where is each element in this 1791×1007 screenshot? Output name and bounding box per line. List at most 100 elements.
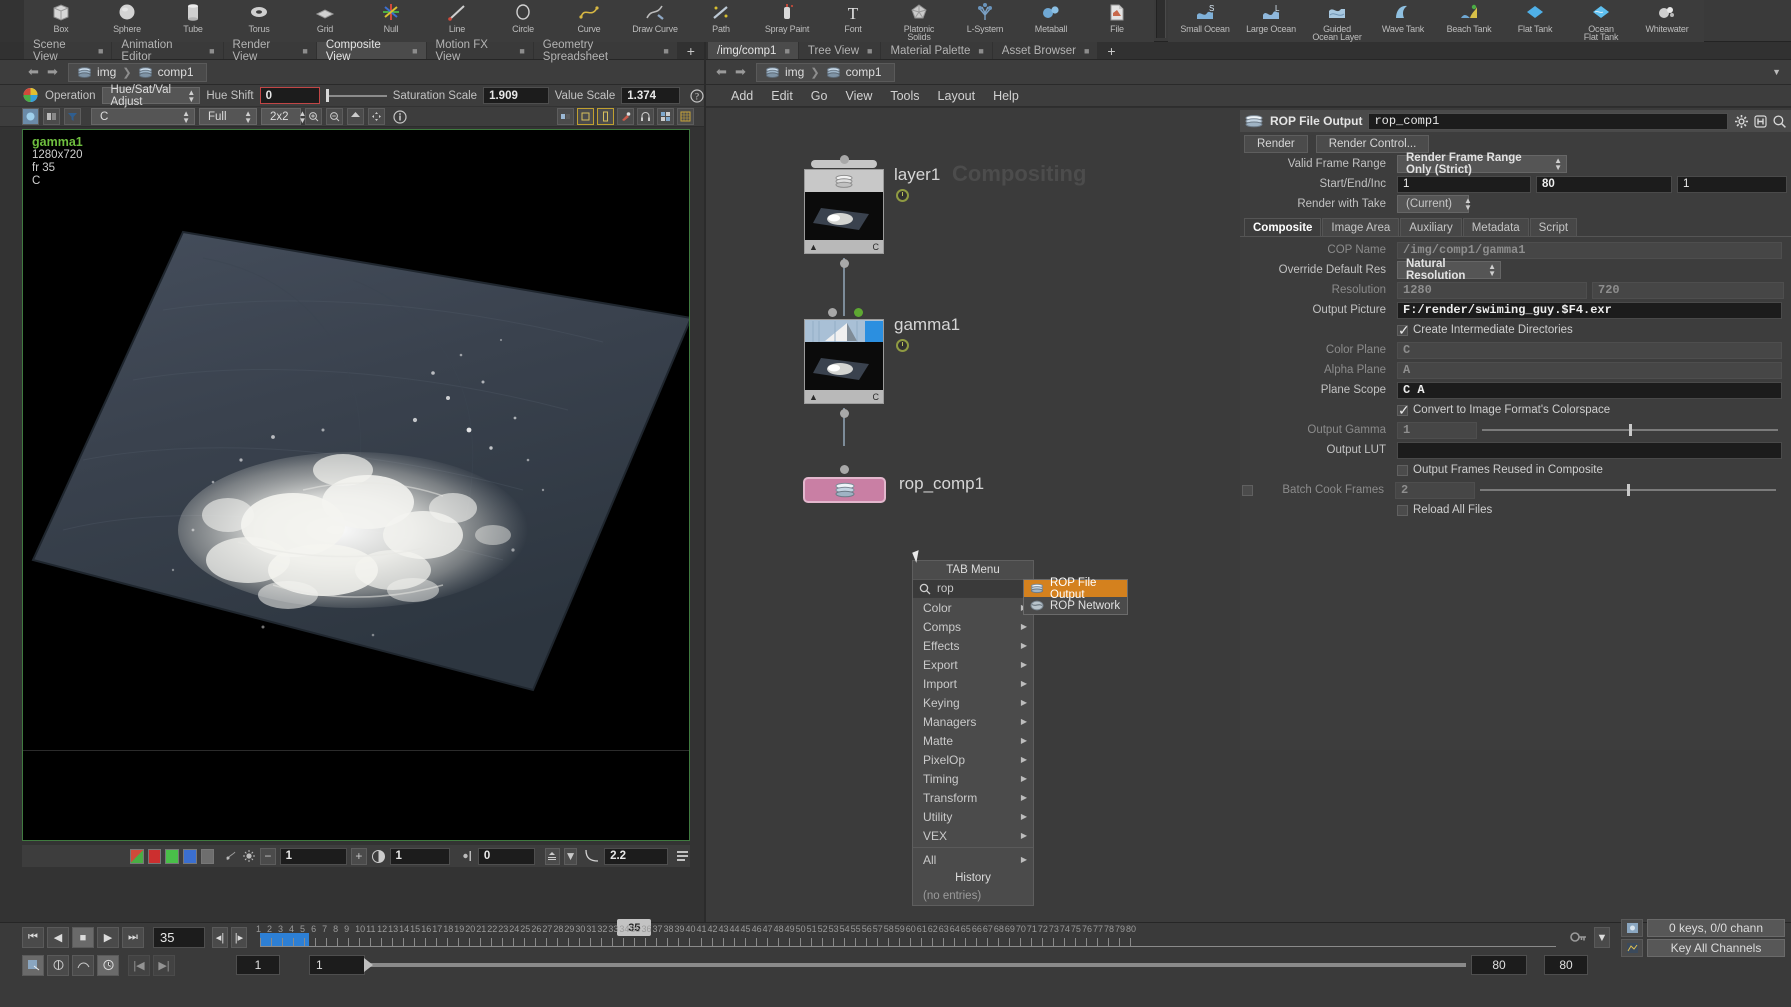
close-icon[interactable]: ■ — [412, 46, 417, 56]
end-frame-input[interactable]: 80 — [1536, 175, 1672, 193]
tab-menu-submenu[interactable]: ROP File Output ROP Network — [1023, 577, 1128, 615]
tab-menu-item-keying[interactable]: Keying ▶ — [913, 693, 1033, 712]
range-end-jump-button[interactable]: ▶| — [153, 954, 175, 976]
node-output-connector[interactable] — [840, 409, 849, 418]
valid-frame-range-dropdown[interactable]: Render Frame Range Only (Strict) ▲ ▼ — [1397, 152, 1567, 176]
houdini-h-icon[interactable] — [1753, 114, 1768, 129]
red-channel-icon[interactable] — [147, 848, 162, 864]
node-body[interactable] — [803, 477, 886, 503]
add-tab-button[interactable]: + — [1098, 42, 1124, 59]
auto-key-button[interactable] — [22, 954, 44, 976]
range-end-input[interactable]: 80 — [1471, 955, 1527, 975]
shelf-item-draw-curve[interactable]: Draw Curve — [622, 1, 688, 41]
tab-menu-item-effects[interactable]: Effects ▶ — [913, 636, 1033, 655]
gamma-curve-icon[interactable] — [585, 849, 600, 863]
shelf-item-tube[interactable]: Tube — [160, 1, 226, 41]
color-picker-icon[interactable] — [617, 108, 634, 125]
shelf-item-circle[interactable]: Circle — [490, 1, 556, 41]
close-icon[interactable]: ■ — [1084, 46, 1089, 56]
resolution-y-input[interactable]: 720 — [1592, 281, 1784, 299]
color-settings-icon[interactable] — [676, 850, 690, 863]
tab-menu-item-utility[interactable]: Utility ▶ — [913, 807, 1033, 826]
shelf-item-guided-ocean-layer[interactable]: Guided Ocean Layer — [1304, 1, 1370, 42]
key-options-dropdown[interactable]: ▼ — [1594, 927, 1610, 948]
batch-cook-toggle[interactable] — [1242, 484, 1253, 496]
jump-to-start-button[interactable]: ⏮ — [22, 927, 44, 948]
output-frames-reused-checkbox[interactable] — [1397, 464, 1408, 476]
tab-motion-fx-view[interactable]: Motion FX View ■ — [426, 39, 533, 63]
stop-button[interactable]: ■ — [72, 927, 94, 948]
zoom-out-icon[interactable] — [326, 108, 343, 125]
parameter-tab-auxiliary[interactable]: Auxiliary — [1400, 218, 1462, 236]
close-icon[interactable]: ■ — [98, 46, 103, 56]
shelf-grip[interactable] — [0, 0, 24, 42]
submenu-item-rop-network[interactable]: ROP Network — [1024, 597, 1127, 614]
parameter-tab-metadata[interactable]: Metadata — [1462, 218, 1529, 236]
jump-to-end-button[interactable]: ⏭ — [122, 927, 144, 948]
tab-scene-view[interactable]: Scene View ■ — [24, 39, 112, 63]
tab-menu-item-all[interactable]: All ▶ — [913, 850, 1033, 869]
tab-menu-item-comps[interactable]: Comps ▶ — [913, 617, 1033, 636]
key-all-icon[interactable] — [1621, 938, 1643, 957]
grid-overlay-icon[interactable] — [677, 108, 694, 125]
shelf-item-platonic-solids[interactable]: Platonic Solids — [886, 1, 952, 42]
menu-go[interactable]: Go — [802, 87, 837, 105]
node-body[interactable]: ▲ C — [804, 169, 884, 254]
breadcrumb-item-comp1[interactable]: comp1 — [134, 65, 198, 79]
gamma-input[interactable]: 2.2 — [604, 847, 668, 865]
breadcrumb-item-comp1[interactable]: comp1 — [822, 65, 886, 79]
batch-cook-slider[interactable] — [1480, 483, 1776, 497]
shelf-item-sphere[interactable]: Sphere — [94, 1, 160, 41]
global-start-input[interactable]: 1 — [236, 955, 280, 975]
tab-material-palette[interactable]: Material Palette ■ — [881, 42, 992, 59]
parameter-tab-composite[interactable]: Composite — [1244, 218, 1322, 236]
shelf-item-box[interactable]: Box — [28, 1, 94, 41]
parameter-node-name-input[interactable]: rop_comp1 — [1368, 112, 1728, 130]
lut-icon[interactable] — [544, 847, 561, 865]
tab-composite-view[interactable]: Composite View ■ — [316, 39, 426, 63]
start-frame-input[interactable]: 1 — [1397, 175, 1531, 193]
close-icon[interactable]: ■ — [302, 46, 307, 56]
shelf-item-ocean-flat-tank[interactable]: Ocean Flat Tank — [1568, 1, 1634, 42]
alpha-channel-icon[interactable] — [200, 848, 215, 864]
menu-edit[interactable]: Edit — [762, 87, 802, 105]
hue-shift-slider[interactable] — [326, 87, 387, 104]
nav-back-icon[interactable]: ⬅ — [24, 63, 43, 82]
tab-menu-item-matte[interactable]: Matte ▶ — [913, 731, 1033, 750]
view-image-button[interactable] — [22, 108, 39, 125]
shelf-item-curve[interactable]: Curve — [556, 1, 622, 41]
home-view-icon[interactable] — [347, 108, 364, 125]
composite-viewport[interactable]: gamma1 1280x720 fr 35 C — [22, 129, 690, 841]
tab-animation-editor[interactable]: Animation Editor ■ — [112, 39, 223, 63]
resolution-x-input[interactable]: 1280 — [1397, 281, 1587, 299]
tiling-dropdown[interactable]: 2x2 ▲ ▼ — [261, 108, 306, 125]
color-wheel-icon[interactable] — [22, 87, 39, 104]
menu-add[interactable]: Add — [722, 87, 762, 105]
search-icon[interactable] — [1772, 114, 1787, 129]
create-intermediate-checkbox[interactable] — [1397, 322, 1410, 339]
shelf-item-lsystem[interactable]: L-System — [952, 1, 1018, 41]
resolution-dropdown[interactable]: Full ▲ ▼ — [199, 108, 257, 125]
shelf-item-grid[interactable]: Grid — [292, 1, 358, 41]
zoom-input[interactable]: 1 — [279, 847, 348, 865]
add-tab-button[interactable]: + — [678, 42, 704, 59]
menu-tools[interactable]: Tools — [881, 87, 928, 105]
shelf-item-spray-paint[interactable]: Spray Paint — [754, 1, 820, 41]
output-picture-input[interactable]: F:/render/swiming_guy.$F4.exr — [1397, 301, 1782, 319]
lut-dropdown[interactable]: ▼ — [564, 847, 578, 865]
shelf-item-flat-tank[interactable]: Flat Tank — [1502, 1, 1568, 41]
range-start-input[interactable]: 1 — [309, 955, 365, 975]
close-icon[interactable]: ■ — [663, 46, 668, 56]
shelf-item-metaball[interactable]: Metaball — [1018, 1, 1084, 41]
color-correct-icon[interactable] — [224, 849, 238, 863]
parameter-tab-script[interactable]: Script — [1529, 218, 1578, 236]
tab-menu-search[interactable]: rop — [913, 579, 1033, 598]
tab-menu-item-export[interactable]: Export ▶ — [913, 655, 1033, 674]
playhead[interactable] — [260, 933, 309, 946]
shelf-item-beach-tank[interactable]: Beach Tank — [1436, 1, 1502, 41]
headphones-icon[interactable] — [637, 108, 654, 125]
nav-back-icon[interactable]: ⬅ — [712, 63, 731, 82]
node-input-connector[interactable] — [840, 155, 849, 164]
node-output-connector-green[interactable] — [854, 308, 863, 317]
output-lut-input[interactable] — [1397, 441, 1782, 459]
